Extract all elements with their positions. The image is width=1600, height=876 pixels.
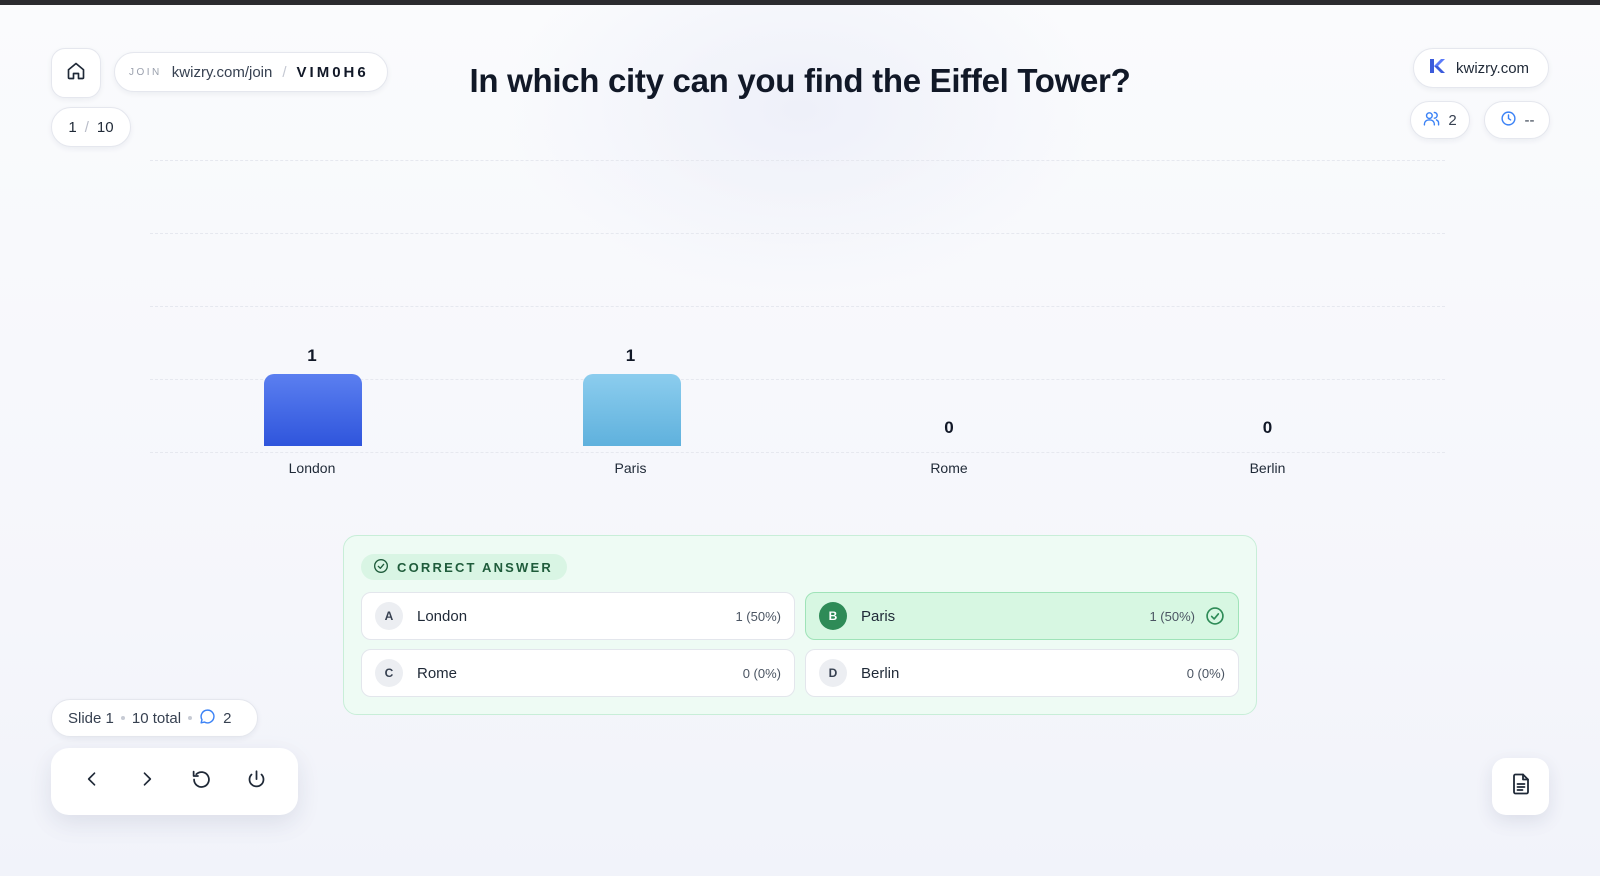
rotate-ccw-icon [191, 769, 212, 795]
counter-separator: / [84, 118, 89, 136]
join-separator: / [282, 63, 287, 81]
current-question: 1 [68, 118, 77, 136]
option-count: 0 (0%) [742, 665, 781, 681]
bar-london [264, 374, 362, 446]
question-counter: 1 / 10 [51, 107, 131, 147]
option-letter: D [819, 659, 847, 687]
bar-column-rome: 0 Rome [849, 160, 1049, 490]
clock-icon [1500, 110, 1517, 131]
users-icon [1423, 110, 1440, 131]
comment-icon [199, 708, 216, 729]
slide-number: Slide 1 [68, 709, 114, 727]
join-code: VIM0H6 [296, 63, 369, 81]
players-count[interactable]: 2 [1410, 101, 1470, 139]
answer-option-c[interactable]: C Rome 0 (0%) [361, 649, 795, 697]
bar-column-london: 1 London [212, 160, 412, 490]
check-circle-icon [1205, 606, 1225, 626]
correct-answer-label: CORRECT ANSWER [397, 559, 553, 575]
home-icon [66, 61, 86, 86]
kwizry-logo-icon [1428, 57, 1446, 79]
bar-value-paris: 1 [625, 346, 636, 365]
option-text: Rome [417, 664, 458, 682]
brand-name: kwizry.com [1456, 59, 1530, 77]
option-letter: B [819, 602, 847, 630]
option-letter: C [375, 659, 403, 687]
players-value: 2 [1448, 111, 1457, 129]
timer-display[interactable]: -- [1484, 101, 1550, 139]
question-title: In which city can you find the Eiffel To… [469, 62, 1131, 99]
previous-button[interactable] [72, 762, 112, 802]
presenter-controls [51, 748, 298, 815]
reset-button[interactable] [182, 762, 222, 802]
bar-column-berlin: 0 Berlin [1168, 160, 1368, 490]
bar-column-paris: 1 Paris [531, 160, 731, 490]
bar-label-paris: Paris [614, 460, 647, 476]
option-text: Berlin [861, 664, 900, 682]
bar-value-berlin: 0 [1262, 418, 1273, 437]
chevron-left-icon [82, 769, 102, 794]
bar-value-rome: 0 [944, 418, 954, 437]
brand-badge[interactable]: kwizry.com [1413, 48, 1549, 88]
document-icon [1509, 772, 1533, 801]
bar-value-london: 1 [307, 346, 317, 365]
results-chart: 1 London 1 Paris 0 Rome 0 Berlin [150, 160, 1445, 490]
top-border [0, 0, 1600, 5]
option-count: 0 (0%) [1186, 665, 1225, 681]
bar-label-berlin: Berlin [1249, 460, 1286, 476]
option-count: 1 (50%) [1149, 608, 1195, 624]
timer-value: -- [1524, 111, 1535, 129]
option-letter: A [375, 602, 403, 630]
comment-count: 2 [223, 709, 232, 727]
next-button[interactable] [127, 762, 167, 802]
home-button[interactable] [51, 48, 101, 98]
answer-panel: CORRECT ANSWER A London 1 (50%) B Paris … [343, 535, 1257, 715]
option-text: London [417, 607, 468, 625]
separator-dot [188, 716, 193, 720]
notes-button[interactable] [1492, 758, 1549, 815]
check-circle-icon [373, 558, 389, 577]
separator-dot [120, 716, 125, 720]
join-info: JOIN kwizry.com/join / VIM0H6 [114, 52, 388, 92]
slide-info: Slide 1 10 total 2 [51, 699, 258, 737]
end-session-button[interactable] [237, 762, 277, 802]
bar-label-london: London [288, 460, 336, 476]
option-count: 1 (50%) [735, 608, 781, 624]
answer-option-b[interactable]: B Paris 1 (50%) [805, 592, 1239, 640]
join-url[interactable]: kwizry.com/join [172, 64, 273, 81]
chevron-right-icon [137, 769, 157, 794]
join-label: JOIN [129, 66, 162, 78]
answer-option-a[interactable]: A London 1 (50%) [361, 592, 795, 640]
bar-paris [582, 374, 681, 446]
slide-total: 10 total [131, 709, 182, 727]
correct-answer-badge: CORRECT ANSWER [361, 554, 567, 580]
bar-label-rome: Rome [930, 460, 968, 476]
answer-option-d[interactable]: D Berlin 0 (0%) [805, 649, 1239, 697]
option-text: Paris [861, 607, 896, 625]
power-icon [246, 769, 267, 795]
total-questions: 10 [96, 118, 114, 136]
